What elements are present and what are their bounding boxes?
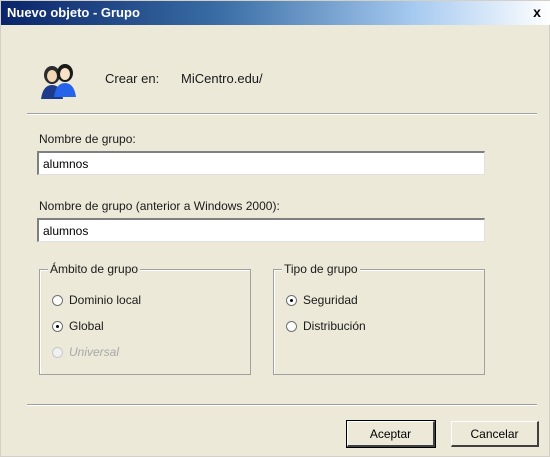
- scope-universal-option: Universal: [52, 344, 119, 360]
- scope-global-option[interactable]: Global: [52, 318, 104, 334]
- radio-button-disabled: [52, 346, 63, 358]
- radio-button[interactable]: [52, 294, 63, 306]
- scope-domain-local-label: Dominio local: [69, 293, 142, 307]
- group-scope-box: Ámbito de grupo Dominio local Global Uni…: [39, 262, 251, 375]
- footer-divider: [27, 404, 537, 406]
- title-bar[interactable]: Nuevo objeto - Grupo x: [1, 1, 550, 25]
- scope-global-label: Global: [69, 319, 104, 333]
- group-scope-title: Ámbito de grupo: [48, 262, 141, 276]
- cancel-button[interactable]: Cancelar: [451, 421, 539, 447]
- header-divider: [27, 113, 537, 115]
- type-security-label: Seguridad: [303, 293, 358, 307]
- scope-universal-label: Universal: [69, 345, 120, 359]
- group-name-pre2000-input[interactable]: [37, 218, 485, 242]
- window-title: Nuevo objeto - Grupo: [7, 5, 140, 20]
- type-distribution-option[interactable]: Distribución: [286, 318, 366, 334]
- group-name-label: Nombre de grupo:: [39, 132, 136, 146]
- ok-button[interactable]: Aceptar: [346, 420, 436, 448]
- create-in-label: Crear en:: [105, 71, 160, 86]
- group-name-pre2000-label: Nombre de grupo (anterior a Windows 2000…: [39, 199, 280, 213]
- radio-button[interactable]: [286, 320, 297, 332]
- type-security-option[interactable]: Seguridad: [286, 292, 358, 308]
- group-name-input[interactable]: [37, 151, 485, 175]
- radio-button-selected[interactable]: [52, 320, 63, 332]
- users-group-icon: [41, 64, 76, 99]
- group-type-title: Tipo de grupo: [282, 262, 360, 276]
- create-in-path: MiCentro.edu/: [181, 71, 263, 86]
- dialog-window: Nuevo objeto - Grupo x Crear en: MiCentr…: [0, 0, 550, 457]
- radio-button-selected[interactable]: [286, 294, 297, 306]
- scope-domain-local-option[interactable]: Dominio local: [52, 292, 141, 308]
- group-type-box: Tipo de grupo Seguridad Distribución: [273, 262, 485, 375]
- type-distribution-label: Distribución: [303, 319, 366, 333]
- close-icon[interactable]: x: [529, 4, 545, 20]
